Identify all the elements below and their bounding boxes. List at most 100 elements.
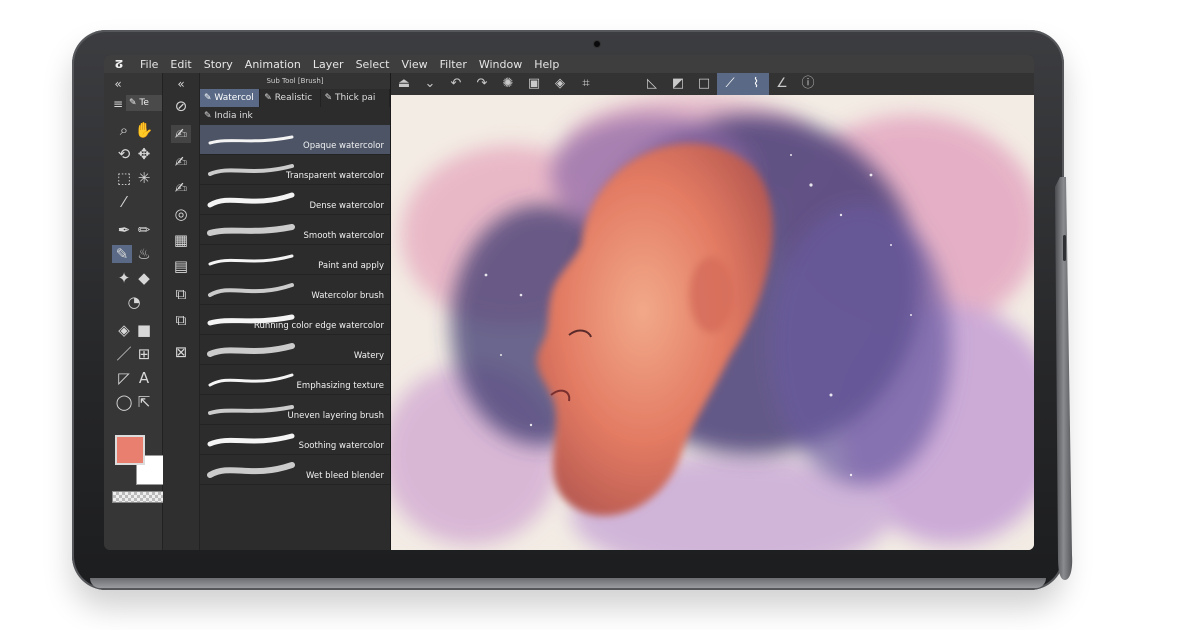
brush-stroke-preview — [208, 135, 294, 145]
subtool-search-icon[interactable]: ⊘ — [171, 97, 191, 115]
tab-realistic[interactable]: ✎ Realistic — [260, 89, 321, 107]
transform-icon[interactable]: ▣ — [521, 73, 547, 95]
menu-window[interactable]: Window — [473, 58, 528, 71]
zoom-icon[interactable]: ⌕ — [114, 121, 134, 139]
tool-tab-label: Te — [139, 98, 149, 108]
subtool-brush-group-icon[interactable]: ✍ — [171, 125, 191, 143]
select-none-icon[interactable]: ◺ — [639, 73, 665, 95]
rotate-icon[interactable]: ⟲ — [114, 145, 134, 163]
drawing-canvas[interactable] — [391, 95, 1034, 550]
brush-item[interactable]: Transparent watercolor — [200, 155, 390, 185]
move-icon[interactable]: ✥ — [134, 145, 154, 163]
menu-icon[interactable]: ≡ — [108, 95, 128, 113]
wand-icon[interactable]: ✳ — [134, 169, 154, 187]
menu-layer[interactable]: Layer — [307, 58, 350, 71]
stabilize-icon[interactable]: ⟋ — [717, 73, 743, 95]
frame-icon[interactable]: ⊞ — [134, 345, 154, 363]
brush-item[interactable]: Paint and apply — [200, 245, 390, 275]
text-icon[interactable]: A — [134, 369, 154, 387]
line-icon[interactable]: ／ — [114, 345, 134, 363]
tool-palette: « ≡ ✎ Te ⌕ ✋ ⟲ ✥ ⬚ ✳ ⁄ ✒ ✏ ✎ ♨ ✦ ◆ ◔ ◈ ■… — [104, 73, 166, 550]
app-screen: ⵒ File Edit Story Animation Layer Select… — [104, 55, 1034, 550]
expand-icon[interactable]: « — [171, 75, 191, 93]
brush-stroke-preview — [207, 462, 295, 478]
brush-item[interactable]: Watery — [200, 335, 390, 365]
brush-item[interactable]: Watercolor brush — [200, 275, 390, 305]
tab-thick-paint[interactable]: ✎ Thick pai — [321, 89, 390, 107]
tab-india-ink[interactable]: ✎ India ink — [200, 107, 390, 125]
invert-selection-icon[interactable]: ◩ — [665, 73, 691, 95]
layer-icon[interactable]: ⧉ — [171, 311, 191, 329]
loading-icon[interactable]: ✺ — [495, 73, 521, 95]
gradient-icon[interactable]: ■ — [134, 321, 154, 339]
brush-stroke-preview — [208, 164, 294, 176]
menu-select[interactable]: Select — [350, 58, 396, 71]
airbrush-icon[interactable]: ♨ — [134, 245, 154, 263]
color-set-icon[interactable]: ▦ — [171, 231, 191, 249]
blend-icon[interactable]: ◔ — [124, 293, 144, 311]
brush-icon[interactable]: ✎ — [112, 245, 132, 263]
collapse-icon[interactable]: « — [108, 75, 128, 93]
redo-icon[interactable]: ↷ — [469, 73, 495, 95]
brush-stroke-preview — [207, 192, 295, 208]
menu-animation[interactable]: Animation — [239, 58, 307, 71]
brush-stroke-preview — [208, 283, 294, 297]
watercolor-portrait-artwork — [391, 95, 1034, 550]
brush-item[interactable]: Running color edge watercolor — [200, 305, 390, 335]
menu-file[interactable]: File — [134, 58, 164, 71]
eraser-icon[interactable]: ◆ — [134, 269, 154, 287]
brush-stroke-preview — [208, 373, 294, 387]
front-camera — [594, 41, 600, 47]
brush-item[interactable]: Dense watercolor — [200, 185, 390, 215]
pointer-icon[interactable]: ⇱ — [134, 393, 154, 411]
undo-icon[interactable]: ↶ — [443, 73, 469, 95]
correction-icon[interactable]: ∠ — [769, 73, 795, 95]
ruler-icon[interactable]: ◸ — [114, 369, 134, 387]
balloon-icon[interactable]: ◯ — [114, 393, 134, 411]
brush-item[interactable]: Opaque watercolor — [200, 125, 390, 155]
chevron-down-icon[interactable]: ⌄ — [417, 73, 443, 95]
brush-stroke-preview — [208, 254, 294, 266]
layer-property-icon[interactable]: ◎ — [171, 205, 191, 223]
layer-search-icon[interactable]: ⧉ — [171, 285, 191, 303]
brush-item[interactable]: Smooth watercolor — [200, 215, 390, 245]
subtool-watercolor-icon[interactable]: ✍ — [171, 153, 191, 171]
brush-item[interactable]: Soothing watercolor — [200, 425, 390, 455]
pencil-icon[interactable]: ✏ — [134, 221, 154, 239]
brush-stroke-preview — [208, 405, 294, 415]
fill-icon[interactable]: ◈ — [114, 321, 134, 339]
tab-watercolor[interactable]: ✎ Watercol — [200, 89, 261, 107]
crop-icon[interactable]: ⌗ — [573, 73, 599, 95]
main-color-swatch[interactable] — [115, 435, 145, 465]
subtool-ink-icon[interactable]: ✍ — [171, 179, 191, 197]
brush-item[interactable]: Uneven layering brush — [200, 395, 390, 425]
app-logo-icon[interactable]: ⵒ — [104, 58, 134, 71]
canvas-settings-icon[interactable]: ⏏ — [391, 73, 417, 95]
brush-stroke-preview — [207, 433, 295, 447]
menu-filter[interactable]: Filter — [434, 58, 473, 71]
pressure-icon[interactable]: ⌇ — [743, 73, 769, 95]
brush-item[interactable]: Wet bleed blender — [200, 455, 390, 485]
brush-list: Opaque watercolor Transparent watercolor D… — [200, 125, 390, 485]
pen-icon[interactable]: ✒ — [114, 221, 134, 239]
transparent-color-swatch[interactable] — [112, 491, 164, 503]
companion-icon[interactable]: ⓘ — [795, 73, 821, 95]
menu-story[interactable]: Story — [198, 58, 239, 71]
brush-item-label: Paint and apply — [318, 261, 384, 271]
menu-view[interactable]: View — [396, 58, 434, 71]
tool-tab[interactable]: ✎ Te — [126, 95, 162, 111]
panel-title: Sub Tool [Brush] — [200, 73, 390, 89]
menu-help[interactable]: Help — [528, 58, 565, 71]
material-icon[interactable]: ▤ — [171, 257, 191, 275]
tablet-edge — [90, 578, 1046, 588]
fill-icon[interactable]: ◈ — [547, 73, 573, 95]
decoration-icon[interactable]: ✦ — [114, 269, 134, 287]
hand-icon[interactable]: ✋ — [134, 121, 154, 139]
fill-rect-icon[interactable]: □ — [691, 73, 717, 95]
stylus-pen — [1055, 177, 1073, 580]
navigator-icon[interactable]: ⊠ — [171, 343, 191, 361]
menu-edit[interactable]: Edit — [164, 58, 197, 71]
brush-item[interactable]: Emphasizing texture — [200, 365, 390, 395]
eyedropper-icon[interactable]: ⁄ — [114, 193, 134, 211]
marquee-icon[interactable]: ⬚ — [114, 169, 134, 187]
